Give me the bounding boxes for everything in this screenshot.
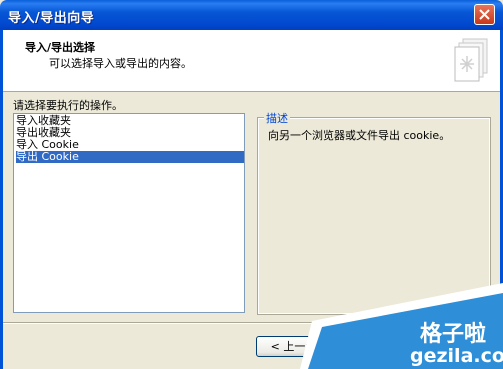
title-bar: 导入/导出向导 — [0, 0, 503, 30]
wizard-page-icon — [454, 38, 488, 82]
list-item-export-cookies[interactable]: 导出 Cookie — [16, 151, 244, 163]
operation-label: 请选择要执行的操作。 — [13, 99, 123, 112]
watermark-brand: 格子啦 — [420, 322, 487, 347]
description-title: 描述 — [264, 110, 290, 126]
close-icon — [479, 9, 490, 20]
description-text: 向另一个浏览器或文件导出 cookie。 — [268, 129, 451, 142]
header-subtitle: 可以选择导入或导出的内容。 — [49, 57, 192, 70]
close-button[interactable] — [474, 4, 495, 25]
watermark-url: gezila.com — [410, 345, 503, 367]
window-title: 导入/导出向导 — [8, 11, 95, 26]
operation-list[interactable]: 导入收藏夹 导出收藏夹 导入 Cookie 导出 Cookie — [13, 113, 245, 313]
wizard-header: 导入/导出选择 可以选择导入或导出的内容。 — [3, 30, 500, 92]
header-title: 导入/导出选择 — [25, 41, 96, 54]
